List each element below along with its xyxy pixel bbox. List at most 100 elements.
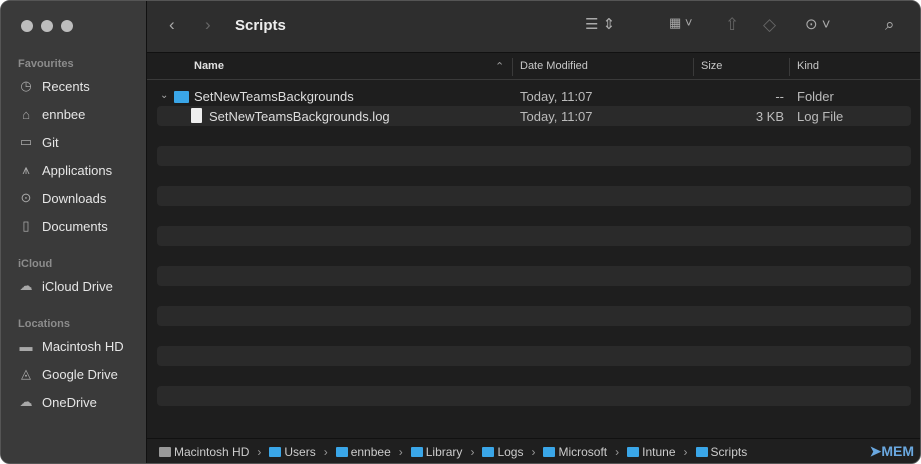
column-kind[interactable]: Kind [797,60,819,72]
sidebar-item-ennbee[interactable]: ⌂ ennbee [18,103,85,125]
tag-icon[interactable]: ◇ [763,15,776,35]
path-item[interactable]: Scripts [695,445,748,459]
sidebar-item-macintosh-hd[interactable]: ▬ Macintosh HD [18,335,124,357]
file-date: Today, 11:07 [520,89,593,104]
forward-button[interactable]: › [205,15,211,35]
folder-icon [269,447,282,457]
file-row-folder[interactable]: ⌄ SetNewTeamsBackgrounds Today, 11:07 --… [157,86,911,106]
path-label: Macintosh HD [174,445,250,459]
folder-icon [174,90,192,105]
window-controls [21,20,73,32]
empty-row [157,266,911,286]
path-label: Users [284,445,316,459]
sidebar-item-google-drive[interactable]: ◬ Google Drive [18,363,118,385]
label: iCloud Drive [42,278,113,294]
path-item[interactable]: Macintosh HD [159,445,249,459]
path-label: Intune [642,445,676,459]
folder-icon [695,447,708,457]
folder-icon [543,447,556,457]
folder-icon [482,447,495,457]
sidebar: Favourites ◷ Recents ⌂ ennbee ▭ Git ⩚ Applic… [1,1,147,463]
empty-row [157,246,911,266]
sort-ascending-icon: ⌃ [495,61,505,73]
path-item[interactable]: Library [410,445,463,459]
group-icon[interactable]: ▦ ˅ [669,15,693,31]
column-date[interactable]: Date Modified [520,60,588,72]
share-icon[interactable]: ⇧ [725,15,739,35]
file-size: 3 KB [755,109,784,124]
sidebar-item-icloud-drive[interactable]: ☁ iCloud Drive [18,275,113,297]
finder-window: Favourites ◷ Recents ⌂ ennbee ▭ Git ⩚ Applic… [0,0,921,464]
search-icon[interactable]: ⌕ [885,15,895,35]
disclosure-chevron-icon[interactable]: ⌄ [160,90,168,101]
drive-icon: ◬ [21,366,31,381]
path-item[interactable]: Microsoft [543,445,607,459]
file-date: Today, 11:07 [520,109,593,124]
section-locations: Locations [18,318,70,330]
mem-ennbee-logo: ➤MEM [869,443,914,459]
folder-icon [410,447,423,457]
empty-row [157,306,911,326]
chevron-right-icon: › [615,445,620,459]
file-row-log[interactable]: SetNewTeamsBackgrounds.log Today, 11:07 … [157,106,911,126]
chevron-right-icon: › [323,445,328,459]
list-view-icon[interactable]: ☰ ⇕ [585,15,615,33]
path-item[interactable]: ennbee [335,445,391,459]
sidebar-item-applications[interactable]: ⩚ Applications [18,159,112,181]
sidebar-item-onedrive[interactable]: ☁ OneDrive [18,391,97,413]
zoom-button[interactable] [61,20,73,32]
path-item[interactable]: Users [269,445,316,459]
section-favourites: Favourites [18,58,74,70]
close-button[interactable] [21,20,33,32]
back-button[interactable]: ‹ [169,15,175,35]
cloud-icon: ☁ [19,278,33,293]
disk-icon [159,447,171,457]
file-size: -- [775,89,784,104]
file-kind: Folder [797,89,834,104]
document-icon: ▯ [22,218,30,233]
empty-row [157,166,911,186]
empty-row [157,146,911,166]
more-actions-icon[interactable]: ⊙ ˅ [805,15,831,33]
path-label: Library [425,445,463,459]
download-icon: ⊙ [20,190,32,205]
folder-icon [627,447,640,457]
column-size[interactable]: Size [701,60,722,72]
label: Downloads [42,190,107,206]
sidebar-item-downloads[interactable]: ⊙ Downloads [18,187,107,209]
folder-icon: ▭ [19,134,33,149]
path-bar: Macintosh HD › Users › ennbee › Library › Logs › M… [147,438,920,463]
log-file-icon [191,108,202,123]
file-kind: Log File [797,109,844,124]
disk-icon: ▬ [19,338,33,354]
empty-row [157,386,911,406]
label: Applications [42,162,113,178]
chevron-right-icon: › [531,445,536,459]
label: Google Drive [42,366,118,382]
path-label: Scripts [710,445,748,459]
empty-row [157,326,911,346]
section-icloud: iCloud [18,258,53,270]
empty-row [157,206,911,226]
column-name[interactable]: Name [194,60,224,72]
path-item[interactable]: Logs [482,445,523,459]
sidebar-item-recents[interactable]: ◷ Recents [18,75,89,97]
applications-icon: ⩚ [22,162,30,177]
empty-row [157,346,911,366]
file-name: SetNewTeamsBackgrounds.log [209,109,390,124]
path-item[interactable]: Intune [627,445,676,459]
toolbar: ‹ › Scripts ☰ ⇕ ▦ ˅ ⇧ ◇ ⊙ ˅ ⌕ [147,1,920,53]
window-title: Scripts [235,17,286,34]
empty-row [157,366,911,386]
chevron-right-icon: › [398,445,403,459]
empty-row [157,226,911,246]
label: OneDrive [42,394,97,410]
chevron-right-icon: › [257,445,262,459]
label: ennbee [42,106,86,122]
folder-icon [335,447,348,457]
minimize-button[interactable] [41,20,53,32]
label: Macintosh HD [42,338,124,354]
sidebar-item-documents[interactable]: ▯ Documents [18,215,107,237]
sidebar-item-git[interactable]: ▭ Git [18,131,59,153]
empty-row [157,126,911,146]
